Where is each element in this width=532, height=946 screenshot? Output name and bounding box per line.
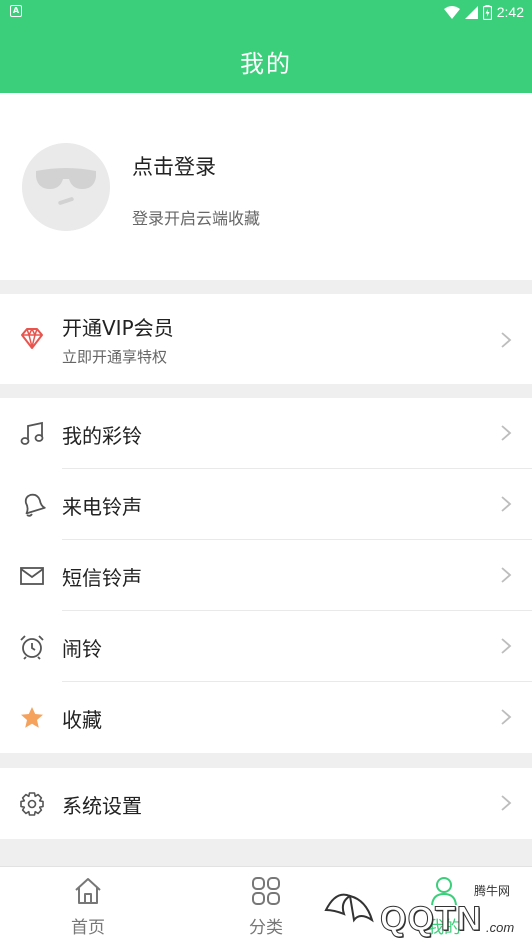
menu-item-system-settings[interactable]: 系统设置	[0, 768, 532, 839]
site-watermark: QQTN 腾牛网 .com	[320, 878, 532, 942]
vip-subtitle: 立即开通享特权	[62, 348, 168, 366]
tab-label: 首页	[71, 918, 105, 938]
ringtone-menu-section: 我的彩铃 来电铃声 短信铃声 闹铃 收藏	[0, 398, 532, 753]
chevron-right-icon	[501, 709, 512, 725]
app-notification-icon: A	[10, 5, 22, 17]
watermark-logo-icon	[324, 893, 374, 923]
battery-icon	[482, 4, 492, 20]
vip-row[interactable]: 开通VIP会员 立即开通享特权	[0, 294, 532, 384]
watermark-domain: .com	[486, 920, 515, 935]
wifi-icon	[443, 5, 460, 19]
star-icon	[21, 707, 43, 728]
gear-icon	[20, 792, 44, 816]
tab-home[interactable]: 首页	[28, 875, 148, 938]
menu-item-incoming-call-ringtone[interactable]: 来电铃声	[0, 469, 532, 540]
menu-item-favorites[interactable]: 收藏	[0, 682, 532, 753]
menu-item-label: 系统设置	[62, 794, 142, 818]
chevron-right-icon	[501, 638, 512, 654]
tab-category[interactable]: 分类	[206, 875, 326, 938]
vip-section: 开通VIP会员 立即开通享特权	[0, 294, 532, 384]
chevron-right-icon	[501, 332, 512, 348]
grid-icon	[252, 877, 280, 905]
menu-item-label: 短信铃声	[62, 566, 142, 590]
vip-title: 开通VIP会员	[62, 316, 174, 340]
chevron-right-icon	[501, 567, 512, 583]
menu-item-label: 我的彩铃	[62, 424, 142, 448]
settings-section: 系统设置	[0, 768, 532, 839]
status-bar-right: 2:42	[443, 2, 524, 22]
menu-item-label: 收藏	[62, 708, 102, 732]
clock: 2:42	[496, 4, 524, 20]
envelope-icon	[20, 567, 44, 585]
default-avatar-sunglasses-icon	[22, 143, 110, 231]
alarm-clock-icon	[20, 635, 44, 660]
chevron-right-icon	[501, 795, 512, 811]
chevron-right-icon	[501, 425, 512, 441]
menu-item-my-color-ring[interactable]: 我的彩铃	[0, 398, 532, 469]
home-icon	[75, 878, 101, 904]
tab-label: 分类	[249, 918, 283, 938]
status-bar: A 2:42	[0, 0, 532, 24]
watermark-cn: 腾牛网	[474, 884, 511, 898]
login-subtitle: 登录开启云端收藏	[132, 209, 261, 228]
bell-icon	[24, 493, 46, 517]
page-title: 我的	[240, 50, 292, 78]
menu-item-label: 闹铃	[62, 637, 102, 661]
diamond-icon	[21, 328, 43, 349]
menu-item-label: 来电铃声	[62, 495, 142, 519]
app-header: 我的	[0, 24, 532, 93]
chevron-right-icon	[501, 496, 512, 512]
menu-item-alarm[interactable]: 闹铃	[0, 611, 532, 682]
watermark-brand: QQTN	[379, 900, 483, 939]
menu-item-sms-ringtone[interactable]: 短信铃声	[0, 540, 532, 611]
signal-icon	[464, 5, 478, 19]
music-note-icon	[20, 421, 44, 445]
avatar[interactable]	[22, 143, 110, 231]
profile-card[interactable]: 点击登录 登录开启云端收藏	[0, 93, 532, 280]
login-title[interactable]: 点击登录	[132, 151, 216, 181]
